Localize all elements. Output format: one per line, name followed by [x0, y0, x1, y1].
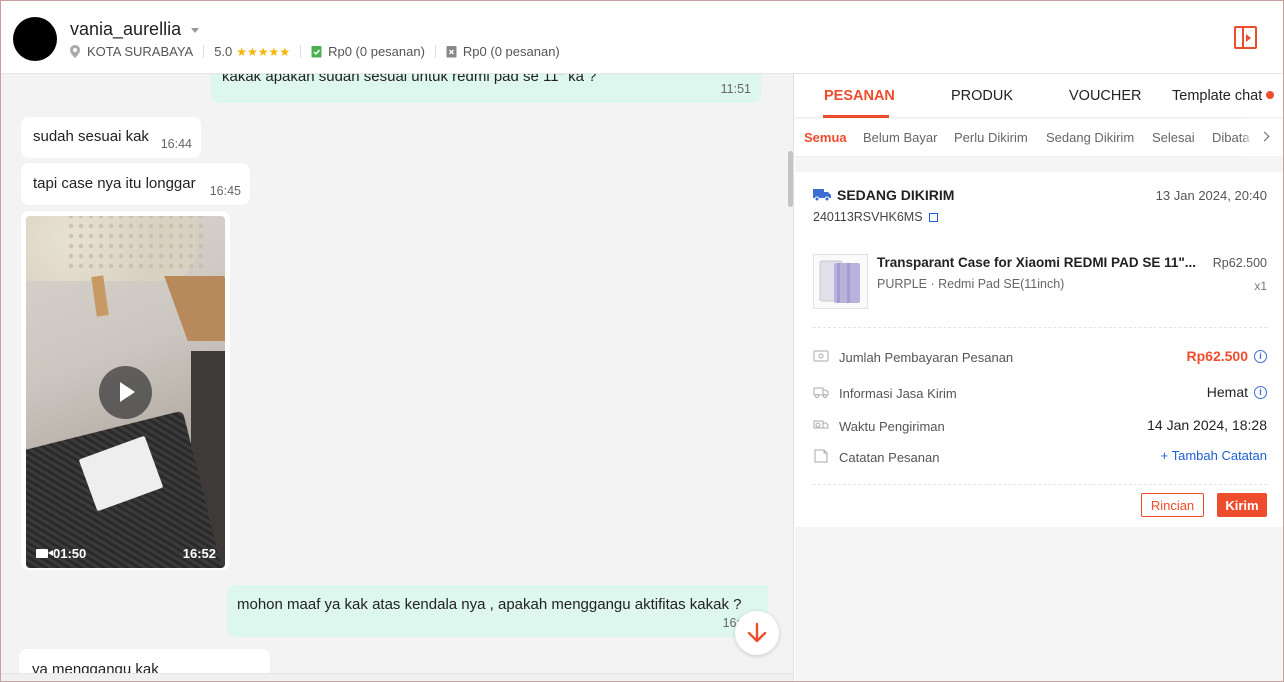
info-icon[interactable]: i	[1254, 349, 1267, 363]
shipping-time-row: Waktu Pengiriman 14 Jan 2024, 18:28	[813, 417, 1267, 437]
chat-header: vania_aurellia KOTA SURABAYA 5.0 ★★★★★ R…	[1, 1, 1283, 74]
username-dropdown[interactable]: vania_aurellia	[70, 19, 200, 40]
order-check-icon	[311, 46, 322, 58]
video-message[interactable]: 01:50 16:52	[21, 211, 230, 570]
thumbnail-scene	[26, 216, 206, 281]
wallet-icon	[813, 350, 829, 362]
divider	[813, 327, 1267, 328]
buyer-location: KOTA SURABAYA	[87, 44, 194, 59]
play-icon[interactable]	[99, 366, 152, 419]
divider	[434, 45, 436, 58]
product-price: Rp62.500	[1212, 256, 1267, 270]
copy-icon[interactable]	[928, 212, 938, 222]
order-panel: PESANAN PRODUK VOUCHER Template chat Sem…	[795, 74, 1283, 681]
message-time: 16:45	[209, 184, 241, 198]
video-thumbnail[interactable]: 01:50 16:52	[26, 216, 225, 568]
scroll-to-bottom-button[interactable]	[735, 611, 779, 655]
message-text: tapi case nya itu longgar	[33, 175, 196, 192]
notification-dot	[1266, 91, 1275, 99]
delivery-truck-icon	[813, 387, 829, 398]
message-time: 16:44	[160, 137, 192, 151]
tab-voucher[interactable]: VOUCHER	[1069, 88, 1142, 104]
truck-icon	[813, 189, 831, 201]
message-bubble-outgoing: kakak apakah sudah sesuai untuk redmi pa…	[211, 74, 761, 103]
message-bubble-incoming: tapi case nya itu longgar 16:45	[21, 163, 250, 205]
add-note-link[interactable]: + Tambah Catatan	[1161, 448, 1267, 463]
message-bubble-incoming: sudah sesuai kak 16:44	[21, 117, 201, 158]
app-window: vania_aurellia KOTA SURABAYA 5.0 ★★★★★ R…	[0, 0, 1284, 682]
cancelled-orders-stat: Rp0 (0 pesanan)	[462, 44, 560, 59]
location-pin-icon	[70, 45, 80, 58]
message-text: sudah sesuai kak	[33, 128, 149, 145]
shipping-clock-icon	[813, 420, 829, 429]
rating-stars-icon: ★★★★★	[236, 44, 291, 59]
message-text: kakak apakah sudah sesuai untuk redmi pa…	[222, 74, 597, 85]
payment-total-row: Jumlah Pembayaran Pesanan Rp62.500 i	[813, 348, 1267, 368]
note-icon	[814, 449, 828, 463]
info-icon[interactable]: i	[1254, 385, 1267, 399]
caret-down-icon	[191, 28, 200, 33]
order-card: SEDANG DIKIRIM 13 Jan 2024, 20:40 240113…	[795, 172, 1283, 527]
product-quantity: x1	[1254, 279, 1267, 293]
filter-sedang-dikirim[interactable]: Sedang Dikirim	[1046, 130, 1134, 145]
video-duration: 01:50	[36, 546, 86, 561]
order-cancel-icon	[446, 46, 457, 58]
tab-produk[interactable]: PRODUK	[951, 88, 1013, 104]
message-text: mohon maaf ya kak atas kendala nya , apa…	[237, 596, 742, 613]
order-date: 13 Jan 2024, 20:40	[1155, 188, 1267, 203]
tab-template-chat[interactable]: Template chat	[1172, 88, 1275, 104]
filter-dibatalkan[interactable]: Dibata	[1212, 130, 1250, 145]
filter-semua[interactable]: Semua	[804, 130, 847, 145]
divider	[300, 45, 302, 58]
shipping-info-row: Informasi Jasa Kirim Hemat i	[813, 384, 1267, 404]
details-button[interactable]: Rincian	[1141, 493, 1204, 517]
filter-selesai[interactable]: Selesai	[1152, 130, 1195, 145]
message-bubble-outgoing: mohon maaf ya kak atas kendala nya , apa…	[227, 585, 768, 637]
divider	[813, 484, 1267, 485]
chat-scrollbar[interactable]	[788, 151, 793, 207]
video-camera-icon	[36, 549, 53, 558]
buyer-meta: KOTA SURABAYA 5.0 ★★★★★ Rp0 (0 pesanan) …	[70, 44, 560, 59]
product-variant: PURPLE · Redmi Pad SE(11inch)	[877, 277, 1065, 291]
avatar[interactable]	[13, 17, 57, 61]
username: vania_aurellia	[70, 19, 182, 39]
buyer-rating: 5.0	[214, 44, 233, 59]
chevron-right-icon[interactable]	[1251, 119, 1283, 156]
filter-belum-bayar[interactable]: Belum Bayar	[863, 130, 937, 145]
order-status: SEDANG DIKIRIM	[813, 187, 954, 203]
completed-orders-stat: Rp0 (0 pesanan)	[328, 44, 425, 59]
active-tab-underline	[823, 115, 889, 118]
order-note-row: Catatan Pesanan + Tambah Catatan	[813, 448, 1267, 468]
product-image[interactable]	[813, 254, 868, 309]
chat-area[interactable]: kakak apakah sudah sesuai untuk redmi pa…	[1, 74, 794, 681]
panel-tabs: PESANAN PRODUK VOUCHER Template chat	[795, 74, 1283, 118]
order-id: 240113RSVHK6MS	[813, 210, 938, 224]
divider	[203, 45, 205, 58]
tab-pesanan[interactable]: PESANAN	[824, 88, 895, 104]
panel-toggle-icon[interactable]	[1234, 26, 1257, 49]
message-time: 16:52	[182, 546, 216, 561]
order-filter-tabs: Semua Belum Bayar Perlu Dikirim Sedang D…	[795, 119, 1283, 157]
arrow-down-icon	[747, 622, 767, 643]
filter-perlu-dikirim[interactable]: Perlu Dikirim	[954, 130, 1028, 145]
product-name[interactable]: Transparant Case for Xiaomi REDMI PAD SE…	[877, 255, 1197, 270]
message-time: 11:51	[720, 82, 751, 96]
horizontal-scrollbar[interactable]	[1, 673, 793, 681]
send-button[interactable]: Kirim	[1217, 493, 1267, 517]
